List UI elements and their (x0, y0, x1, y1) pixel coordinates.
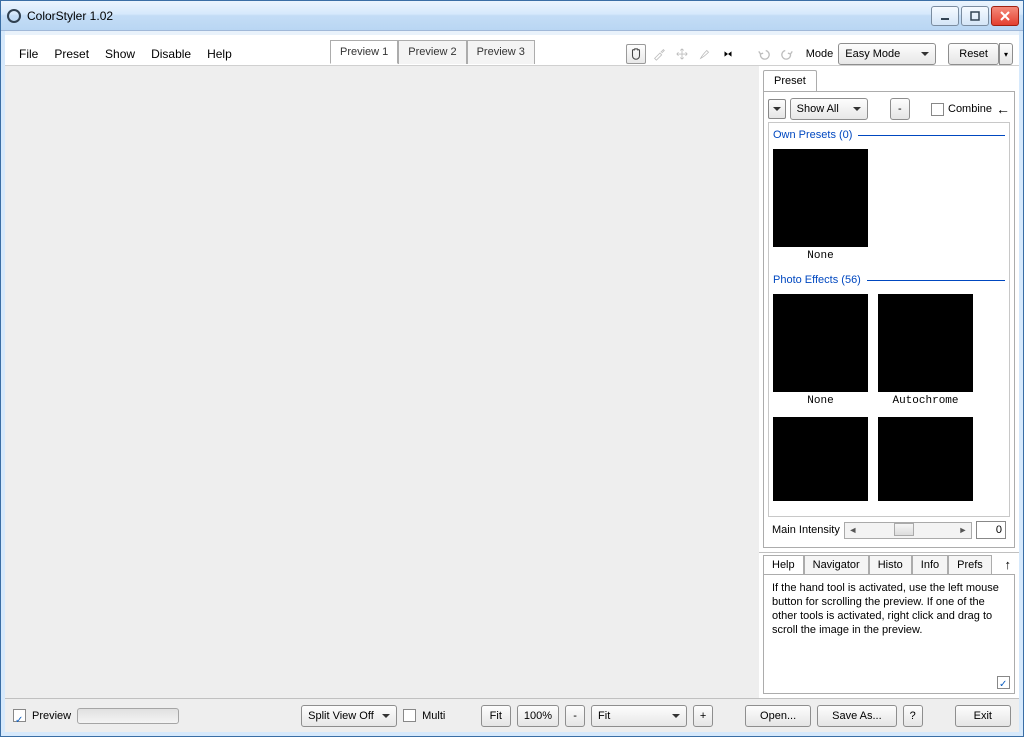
help-text: If the hand tool is activated, use the l… (772, 582, 999, 636)
multi-checkbox[interactable] (403, 709, 416, 722)
splitview-select[interactable]: Split View Off (301, 705, 397, 727)
menu-show[interactable]: Show (97, 43, 143, 65)
fit-button[interactable]: Fit (481, 705, 511, 727)
menu-file[interactable]: File (11, 43, 46, 65)
intensity-value[interactable]: 0 (976, 521, 1006, 539)
saveas-button[interactable]: Save As... (817, 705, 897, 727)
titlebar: ColorStyler 1.02 (1, 1, 1023, 31)
minimize-button[interactable] (931, 6, 959, 26)
undo-icon[interactable] (754, 44, 774, 64)
menu-help[interactable]: Help (199, 43, 240, 65)
help-pin-checkbox[interactable] (997, 676, 1010, 689)
open-button[interactable]: Open... (745, 705, 811, 727)
preset-tab[interactable]: Preset (763, 70, 817, 91)
redo-icon[interactable] (777, 44, 797, 64)
preview-canvas[interactable] (5, 66, 759, 698)
menubar: File Preset Show Disable Help (11, 43, 240, 65)
top-toolbar: File Preset Show Disable Help Preview 1 … (5, 31, 1019, 65)
expand-up-icon[interactable]: ↑ (1005, 557, 1016, 572)
hand-tool-icon[interactable] (626, 44, 646, 64)
exit-button[interactable]: Exit (955, 705, 1011, 727)
side-panel: Preset Show All - Combine ← (759, 66, 1019, 698)
eyedropper-icon[interactable] (649, 44, 669, 64)
preset-thumb[interactable] (773, 417, 868, 501)
info-panel: Help Navigator Histo Info Prefs ↑ If the… (759, 552, 1019, 698)
back-arrow-icon[interactable]: ← (996, 101, 1010, 117)
middle-area: Preset Show All - Combine ← (5, 65, 1019, 698)
preset-image (773, 149, 868, 247)
preset-label: None (773, 247, 868, 262)
preset-thumb[interactable]: Autochrome (878, 294, 973, 407)
brush-tool-icon[interactable] (695, 44, 715, 64)
tab-help[interactable]: Help (763, 555, 804, 574)
preset-image (878, 294, 973, 392)
preview-tabs: Preview 1 Preview 2 Preview 3 (330, 40, 535, 64)
zoom-in-button[interactable]: + (693, 705, 713, 727)
zoom-out-button[interactable]: - (565, 705, 585, 727)
zoom-select[interactable]: Fit (591, 705, 687, 727)
app-icon (7, 9, 21, 23)
combine-checkbox[interactable] (931, 103, 944, 116)
preset-label: None (773, 392, 868, 407)
intensity-label: Main Intensity (772, 524, 840, 536)
preset-image (773, 294, 868, 392)
menu-disable[interactable]: Disable (143, 43, 199, 65)
slider-thumb[interactable] (894, 523, 914, 536)
preset-list[interactable]: Own Presets (0) None Photo Effects (56) (768, 122, 1010, 517)
maximize-button[interactable] (961, 6, 989, 26)
preset-filter-select[interactable]: Show All (790, 98, 869, 120)
tab-preview-1[interactable]: Preview 1 (330, 40, 398, 64)
preset-category-dropdown[interactable] (768, 99, 786, 119)
preset-thumb[interactable] (878, 417, 973, 501)
preset-thumb[interactable]: None (773, 149, 868, 262)
tab-preview-2[interactable]: Preview 2 (398, 40, 466, 64)
tab-histo[interactable]: Histo (869, 555, 912, 574)
tab-info[interactable]: Info (912, 555, 948, 574)
client-area: File Preset Show Disable Help Preview 1 … (1, 31, 1023, 736)
multi-label: Multi (422, 710, 445, 722)
mode-select[interactable]: Easy Mode (838, 43, 936, 65)
window-title: ColorStyler 1.02 (27, 9, 931, 23)
menu-preset[interactable]: Preset (46, 43, 97, 65)
combine-label: Combine (948, 103, 992, 115)
preset-image (878, 417, 973, 501)
move-tool-icon[interactable] (672, 44, 692, 64)
compare-icon[interactable] (718, 44, 738, 64)
preview-checkbox[interactable] (13, 709, 26, 722)
preset-label: Autochrome (878, 392, 973, 407)
bottom-bar: Preview Split View Off Multi Fit 100% - … (5, 698, 1019, 732)
right-tools: Mode Easy Mode Reset ▾ (626, 43, 1013, 65)
reset-button[interactable]: Reset (948, 43, 999, 65)
tab-prefs[interactable]: Prefs (948, 555, 992, 574)
intensity-row: Main Intensity ◄ ► 0 (768, 517, 1010, 543)
reset-dropdown[interactable]: ▾ (999, 43, 1013, 65)
collapse-groups-button[interactable]: - (890, 98, 910, 120)
tab-navigator[interactable]: Navigator (804, 555, 869, 574)
mode-label: Mode (806, 48, 834, 60)
preset-image (773, 417, 868, 501)
help-button[interactable]: ? (903, 705, 923, 727)
preset-panel: Show All - Combine ← Own Presets (0) (763, 91, 1015, 548)
window: ColorStyler 1.02 File Preset Show Disabl… (0, 0, 1024, 737)
preset-thumb[interactable]: None (773, 294, 868, 407)
zoom-button[interactable]: 100% (517, 705, 559, 727)
preview-label: Preview (32, 710, 71, 722)
group-own-presets[interactable]: Own Presets (0) (773, 127, 1005, 145)
tab-preview-3[interactable]: Preview 3 (467, 40, 535, 64)
close-button[interactable] (991, 6, 1019, 26)
progress-bar (77, 708, 179, 724)
help-body: If the hand tool is activated, use the l… (763, 574, 1015, 694)
group-photo-effects[interactable]: Photo Effects (56) (773, 272, 1005, 290)
intensity-slider[interactable]: ◄ ► (844, 522, 972, 539)
